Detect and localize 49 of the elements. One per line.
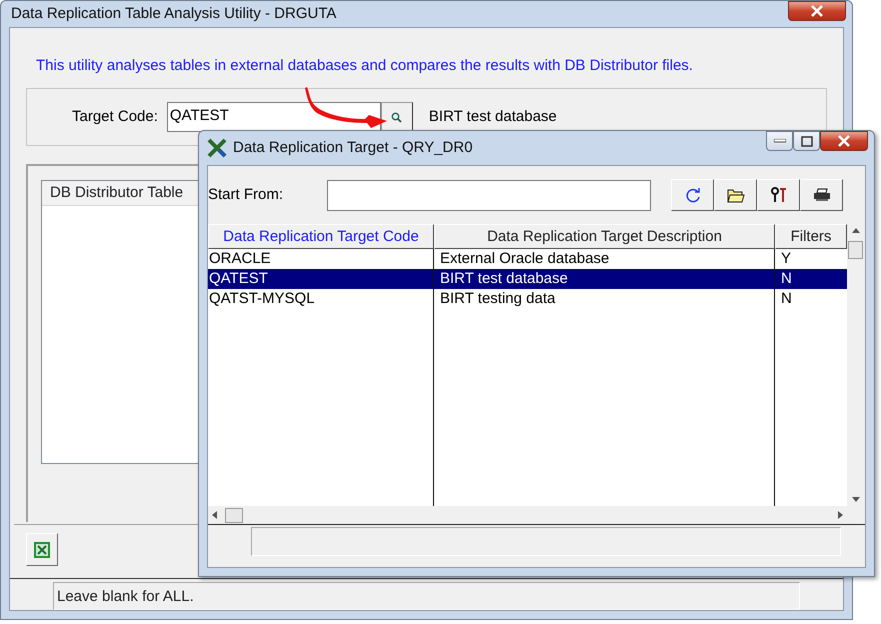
print-button[interactable] <box>800 179 843 211</box>
open-button[interactable] <box>714 179 757 211</box>
export-button[interactable] <box>26 533 58 566</box>
table-cell-text: ORACLE <box>208 249 272 269</box>
column-header[interactable]: Data Replication Target Code <box>208 224 434 249</box>
table-cell-text: N <box>780 269 793 289</box>
start-from-label: Start From: <box>208 184 284 205</box>
minimize-button[interactable] <box>766 131 793 151</box>
close-icon <box>810 5 824 17</box>
printer-icon <box>812 188 830 202</box>
scroll-down-icon <box>852 497 860 502</box>
table-row[interactable]: QATEST BIRT test database N <box>208 269 847 289</box>
table-cell-text: Y <box>780 249 792 269</box>
minimize-icon <box>774 139 786 143</box>
table-cell-text: QATST-MYSQL <box>208 289 316 309</box>
app-icon <box>207 138 227 158</box>
refresh-icon <box>684 187 700 203</box>
refresh-button[interactable] <box>671 179 714 211</box>
table-cell-text: External Oracle database <box>439 249 610 269</box>
table-cell-text: N <box>780 289 793 309</box>
table-cell-text: QATEST <box>208 269 269 289</box>
window-title: Data Replication Table Analysis Utility - DRGUTA <box>10 4 336 24</box>
table-row[interactable]: ORACLE External Oracle database Y <box>208 249 847 269</box>
close-icon <box>837 135 851 147</box>
start-from-field[interactable] <box>327 180 651 210</box>
maximize-icon <box>800 136 812 146</box>
table-cell-text: BIRT testing data <box>439 289 556 309</box>
maximize-button[interactable] <box>793 131 820 151</box>
scroll-thumb[interactable] <box>225 508 243 522</box>
target-description: BIRT test database <box>428 106 557 127</box>
scroll-left-icon <box>212 511 217 519</box>
close-button[interactable] <box>788 1 846 21</box>
table-cell-text: BIRT test database <box>439 269 569 289</box>
column-header[interactable]: Filters <box>775 224 847 249</box>
status-bar: Leave blank for ALL. <box>53 582 800 610</box>
column-header[interactable]: Data Replication Target Description <box>434 224 775 249</box>
tools-button[interactable] <box>757 179 800 211</box>
folder-icon <box>726 188 744 202</box>
dialog-title: Data Replication Target - QRY_DR0 <box>233 138 473 158</box>
search-icon <box>391 112 402 122</box>
scroll-right-icon <box>838 511 843 519</box>
spreadsheet-icon <box>34 542 50 558</box>
close-button[interactable] <box>820 131 868 151</box>
scroll-up-icon <box>852 228 860 233</box>
table-row[interactable]: QATST-MYSQL BIRT testing data N <box>208 289 847 309</box>
target-code-label: Target Code: <box>72 106 158 127</box>
intro-text: This utility analyses tables in external databases and compares the results with DB Distributor files. <box>36 57 693 74</box>
tools-icon <box>770 187 786 203</box>
scroll-thumb[interactable] <box>848 241 863 259</box>
